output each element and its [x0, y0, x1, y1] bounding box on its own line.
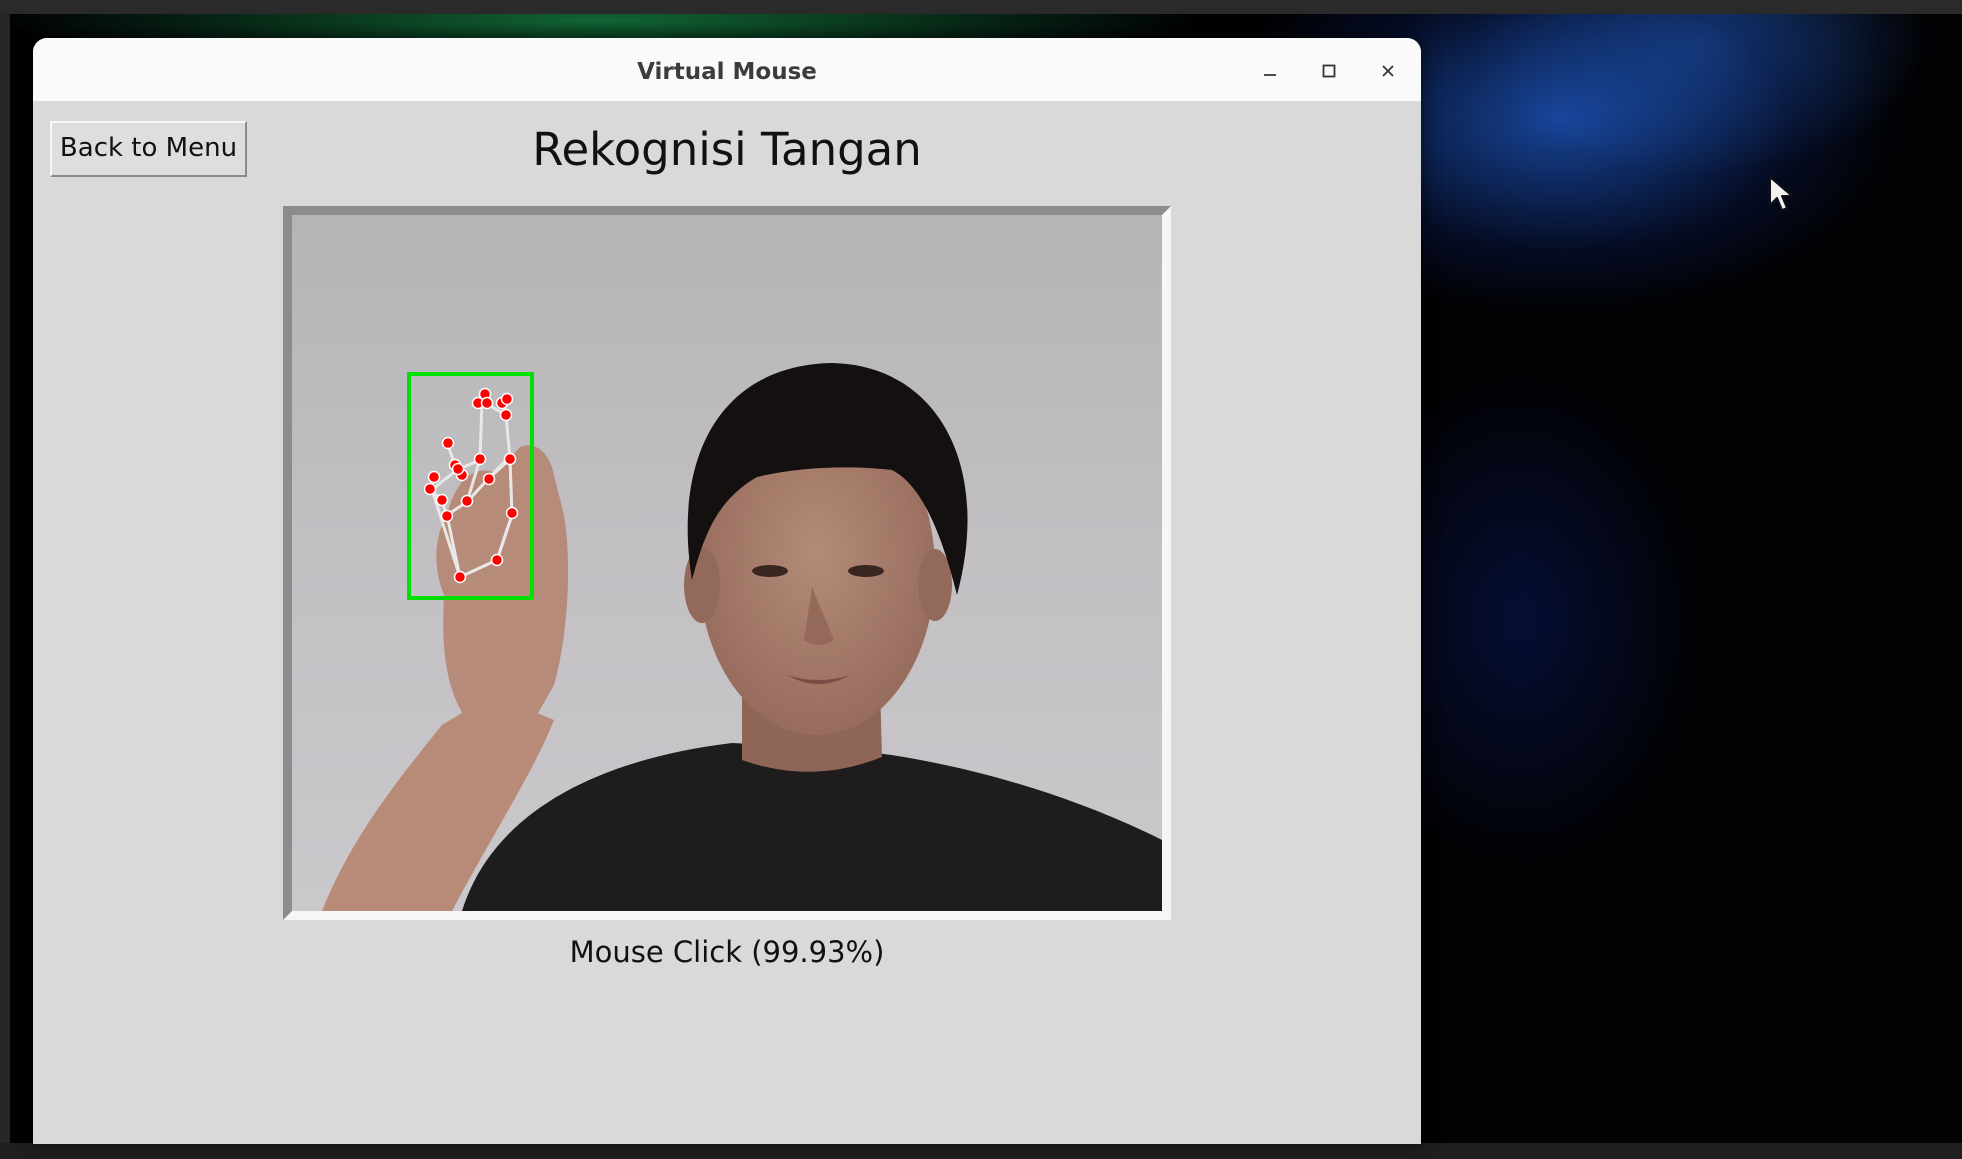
- desktop-left-edge: [0, 14, 10, 1159]
- maximize-icon: [1322, 64, 1336, 78]
- desktop-top-bar: [0, 0, 1962, 14]
- gesture-prediction-label: Mouse Click (99.93%): [569, 935, 885, 969]
- landmark-point: [451, 462, 465, 476]
- maximize-button[interactable]: [1312, 54, 1346, 88]
- landmark-point: [427, 470, 441, 484]
- landmark-point: [490, 553, 504, 567]
- landmark-point: [435, 493, 449, 507]
- landmark-point: [460, 494, 474, 508]
- landmark-point: [423, 482, 437, 496]
- landmark-point: [440, 509, 454, 523]
- person-right-eye: [848, 565, 884, 577]
- mouse-pointer-icon: [1769, 176, 1793, 211]
- camera-frame: [283, 206, 1171, 920]
- desktop-bottom-edge: [0, 1143, 1962, 1159]
- landmark-point: [441, 436, 455, 450]
- camera-feed: [292, 215, 1162, 911]
- app-window: Virtual Mouse Back to Menu Rekognisi Tan…: [33, 38, 1421, 1144]
- landmark-point: [503, 452, 517, 466]
- landmark-point: [499, 408, 513, 422]
- window-titlebar[interactable]: Virtual Mouse: [33, 38, 1421, 102]
- close-button[interactable]: [1371, 54, 1405, 88]
- landmark-point: [453, 570, 467, 584]
- minimize-icon: [1264, 74, 1276, 76]
- person-left-eye: [752, 565, 788, 577]
- person-right-ear: [918, 549, 952, 621]
- landmark-point: [473, 452, 487, 466]
- window-title: Virtual Mouse: [637, 59, 817, 85]
- landmark-point: [500, 392, 514, 406]
- landmark-point: [480, 396, 494, 410]
- page-title: Rekognisi Tangan: [532, 123, 922, 176]
- landmark-point: [482, 472, 496, 486]
- landmark-point: [505, 506, 519, 520]
- minimize-button[interactable]: [1253, 54, 1287, 88]
- close-icon: [1382, 65, 1394, 77]
